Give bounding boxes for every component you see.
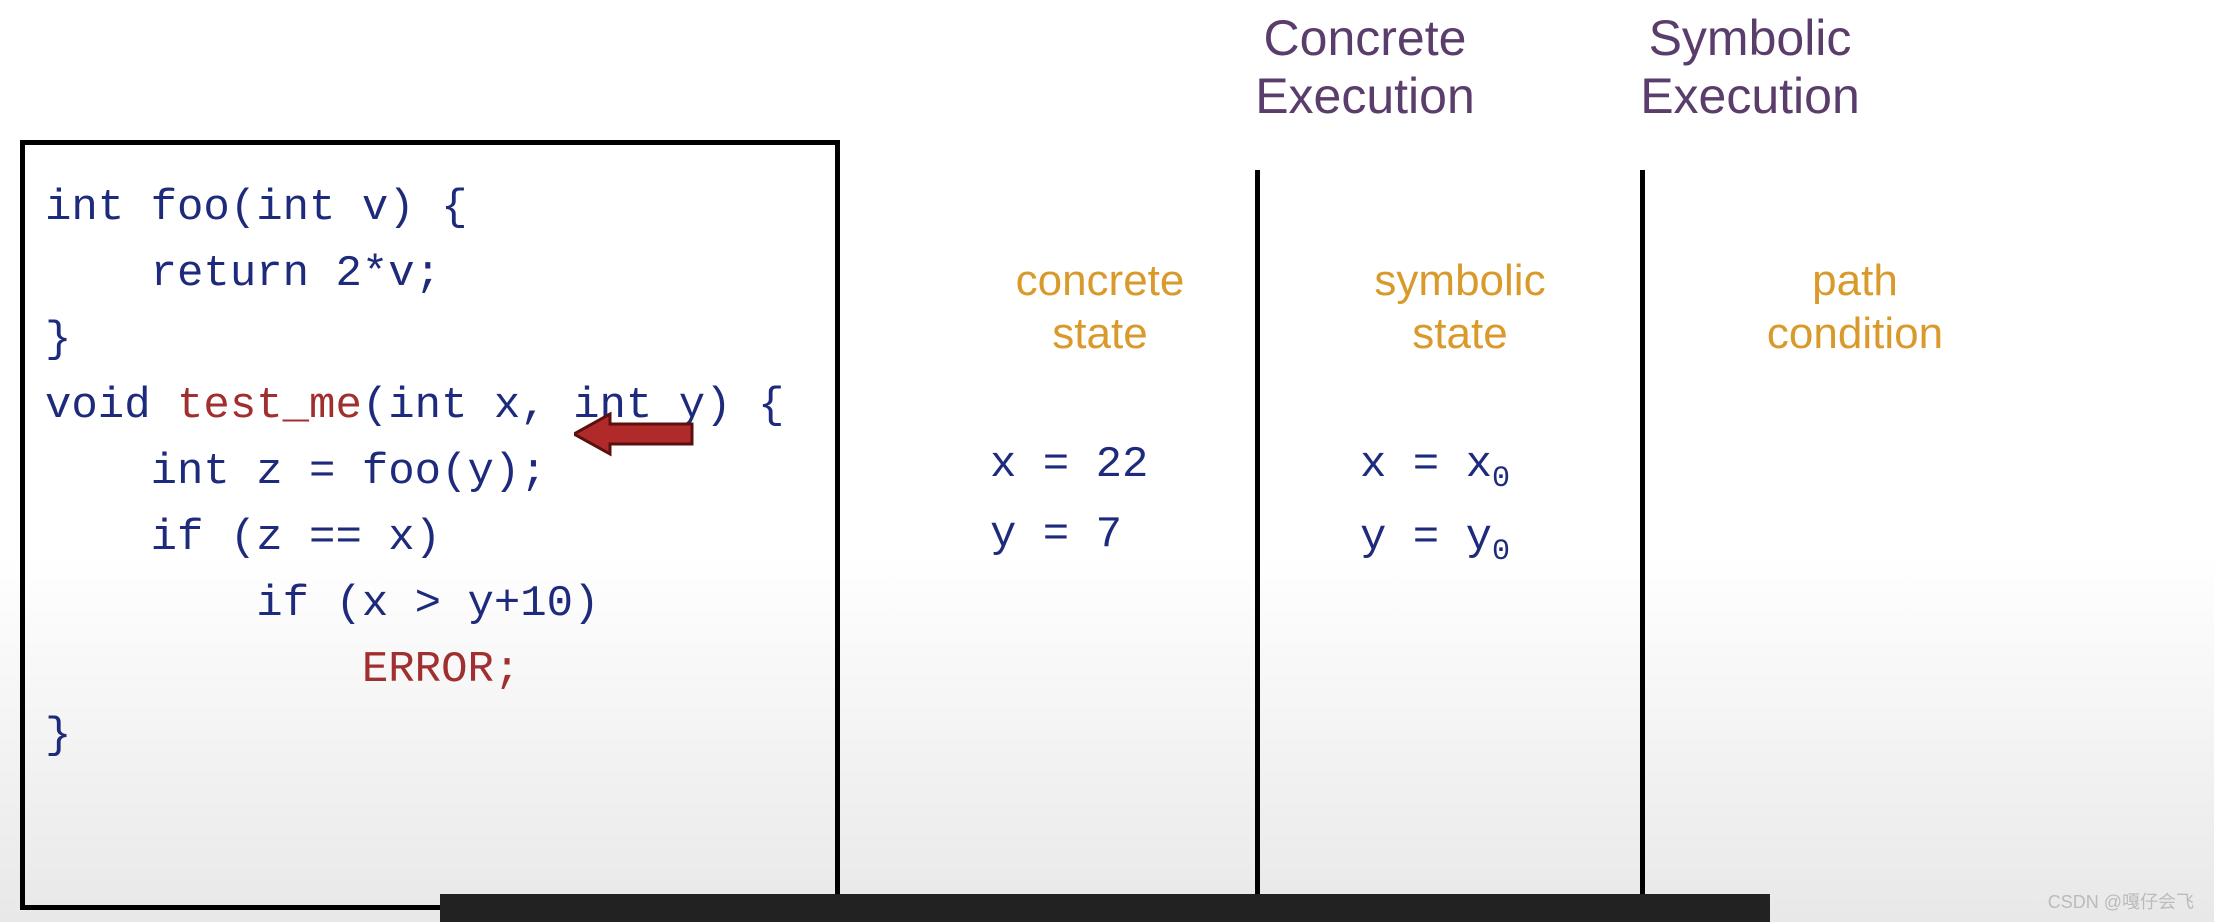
code-fn-testme: test_me [177, 381, 362, 431]
header-symbolic-l2: Execution [1590, 68, 1910, 126]
code-line-z: int z = foo(y); [45, 439, 815, 505]
label-concrete-state-l1: concrete [975, 255, 1225, 308]
label-path-condition: path condition [1720, 255, 1990, 361]
code-line-if1: if (z == x) [45, 505, 815, 571]
code-line-test-end: } [45, 703, 815, 769]
code-line-foo-sig: int foo(int v) { [45, 175, 815, 241]
divider-1 [1255, 170, 1260, 922]
label-symbolic-state-l1: symbolic [1330, 255, 1590, 308]
bottom-bar [440, 894, 1770, 922]
symbolic-x-pre: x = x [1360, 440, 1492, 490]
concrete-y: y = 7 [990, 500, 1148, 570]
code-line-error: ERROR; [45, 637, 815, 703]
code-kw-void: void [45, 381, 177, 431]
code-line-foo-body: return 2*v; [45, 241, 815, 307]
symbolic-x-sub: 0 [1492, 462, 1510, 496]
header-concrete-l2: Execution [1205, 68, 1525, 126]
label-concrete-state-l2: state [975, 308, 1225, 361]
code-box: int foo(int v) { return 2*v; } void test… [20, 140, 840, 910]
code-line-test-sig: void test_me(int x, int y) { [45, 373, 815, 439]
symbolic-y: y = y0 [1360, 503, 1510, 576]
watermark: CSDN @嘎仔会飞 [2048, 888, 2194, 914]
symbolic-state-block: x = x0 y = y0 [1360, 430, 1510, 576]
header-symbolic-execution: Symbolic Execution [1590, 10, 1910, 125]
code-err-indent [45, 645, 362, 695]
symbolic-y-pre: y = y [1360, 513, 1492, 563]
symbolic-x: x = x0 [1360, 430, 1510, 503]
label-path-condition-l2: condition [1720, 308, 1990, 361]
code-line-if2: if (x > y+10) [45, 571, 815, 637]
symbolic-y-sub: 0 [1492, 535, 1510, 569]
code-test-params: (int x, int y) { [362, 381, 784, 431]
header-concrete-execution: Concrete Execution [1205, 10, 1525, 125]
divider-2 [1640, 170, 1645, 922]
header-symbolic-l1: Symbolic [1590, 10, 1910, 68]
label-concrete-state: concrete state [975, 255, 1225, 361]
code-line-foo-end: } [45, 307, 815, 373]
label-symbolic-state-l2: state [1330, 308, 1590, 361]
header-concrete-l1: Concrete [1205, 10, 1525, 68]
concrete-state-block: x = 22 y = 7 [990, 430, 1148, 571]
label-symbolic-state: symbolic state [1330, 255, 1590, 361]
label-path-condition-l1: path [1720, 255, 1990, 308]
concrete-x: x = 22 [990, 430, 1148, 500]
code-error-token: ERROR; [362, 645, 520, 695]
